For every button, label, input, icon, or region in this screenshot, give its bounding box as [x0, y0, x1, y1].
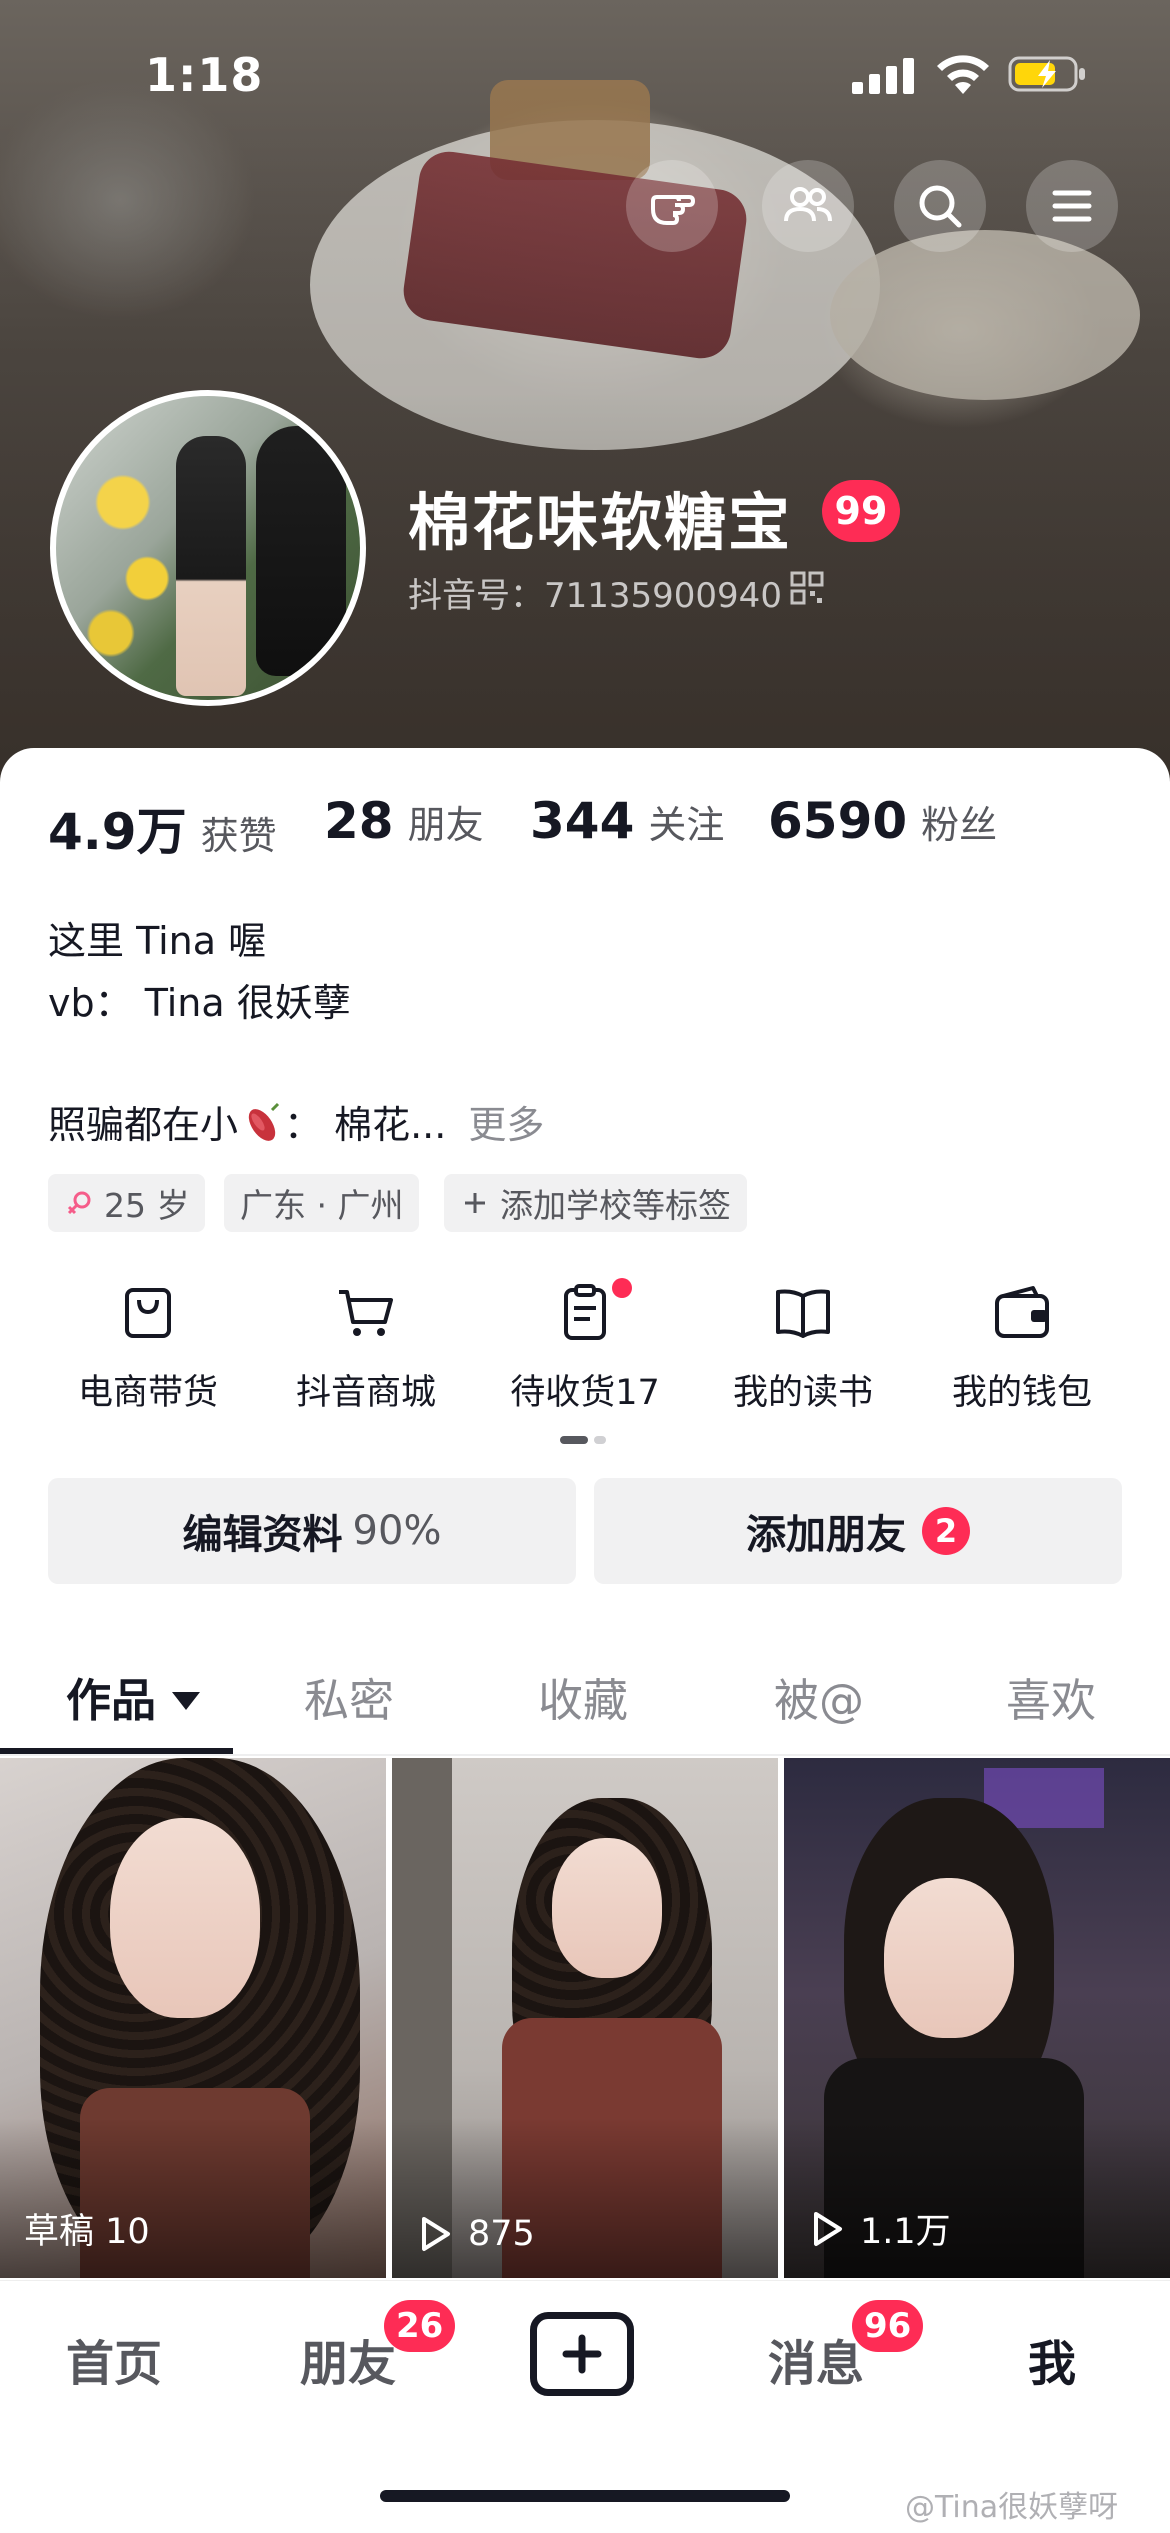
nav-me[interactable]: 我 — [1028, 2324, 1076, 2394]
hand-pointing-icon — [651, 195, 696, 225]
play-count: 875 — [416, 2214, 535, 2254]
sweet-potato-icon — [248, 1102, 280, 1141]
bio-more-link[interactable]: 更多 — [468, 1103, 544, 1147]
friends-badge: 26 — [384, 2300, 456, 2352]
avatar[interactable] — [50, 390, 366, 706]
home-indicator[interactable] — [380, 2490, 790, 2502]
female-icon — [67, 1191, 91, 1215]
service-to-receive[interactable]: 待收货17 — [475, 1282, 695, 1415]
tab-likes[interactable]: 喜欢 — [1006, 1664, 1096, 1729]
caret-down-icon — [172, 1692, 201, 1710]
tab-favorites[interactable]: 收藏 — [538, 1664, 628, 1729]
wallet-icon — [995, 1286, 1049, 1338]
plus-icon — [562, 2334, 602, 2374]
nav-messages[interactable]: 消息 — [768, 2324, 864, 2394]
bio-line: 这里 Tina 喔 — [48, 919, 267, 963]
edit-profile-button[interactable]: 编辑资料 90% — [48, 1478, 576, 1584]
service-reading[interactable]: 我的读书 — [693, 1282, 913, 1415]
bio-line: vb： Tina 很妖孽 — [48, 981, 351, 1025]
battery-icon — [1008, 56, 1085, 92]
nav-friends[interactable]: 朋友 — [300, 2324, 396, 2394]
video-thumbnail[interactable]: 1.1万 — [784, 1758, 1170, 2278]
qr-code-icon[interactable] — [790, 571, 824, 605]
service-mall[interactable]: 抖音商城 — [256, 1282, 476, 1415]
service-wallet[interactable]: 我的钱包 — [912, 1282, 1132, 1415]
video-thumbnail[interactable]: 草稿 10 — [0, 1758, 386, 2278]
pager-indicator — [594, 1436, 606, 1444]
clipboard-icon — [564, 1284, 606, 1340]
play-icon — [814, 2211, 842, 2246]
stat-likes[interactable]: 4.9万 获赞 — [48, 792, 277, 864]
people-icon — [784, 187, 832, 222]
messages-badge: 96 — [852, 2300, 924, 2352]
profile-nickname: 棉花味软糖宝 — [408, 486, 793, 559]
level-badge[interactable]: 99 — [822, 480, 900, 542]
cart-icon — [339, 1290, 393, 1336]
menu-icon — [1052, 190, 1092, 222]
bag-icon — [125, 1288, 171, 1338]
stat-following[interactable]: 344 关注 — [530, 792, 724, 850]
draft-caption: 草稿 10 — [24, 2212, 150, 2252]
visitors-button[interactable] — [626, 160, 718, 252]
search-icon — [919, 185, 962, 228]
search-button[interactable] — [894, 160, 986, 252]
location-tag: 广东 · 广州 — [224, 1174, 420, 1232]
service-ecommerce[interactable]: 电商带货 — [38, 1282, 258, 1415]
bio-line[interactable]: 照骗都在小 ： 棉花... 更多 — [48, 1094, 544, 1149]
stat-followers[interactable]: 6590 粉丝 — [768, 792, 997, 850]
status-bar: 1:18 — [0, 0, 1170, 150]
book-icon — [776, 1289, 830, 1338]
video-thumbnail[interactable]: 875 — [392, 1758, 778, 2278]
age-tag: 25 岁 — [48, 1174, 206, 1232]
stat-friends[interactable]: 28 朋友 — [324, 792, 484, 850]
pager-indicator-active — [560, 1436, 588, 1444]
play-count: 1.1万 — [808, 2203, 951, 2254]
plus-icon — [465, 1193, 485, 1213]
tab-works[interactable]: 作品 — [66, 1664, 201, 1729]
wifi-icon — [937, 55, 989, 94]
status-time: 1:18 — [145, 48, 264, 102]
douyin-id: 抖音号：71135900940 — [408, 576, 782, 616]
play-icon — [422, 2217, 450, 2251]
watermark: @Tina很妖孽呀 — [905, 2490, 1119, 2525]
signal-icon — [852, 58, 914, 94]
add-friend-button[interactable]: 添加朋友 2 — [594, 1478, 1122, 1584]
notification-dot — [612, 1278, 632, 1298]
nav-home[interactable]: 首页 — [66, 2324, 162, 2394]
create-button[interactable] — [530, 2312, 634, 2396]
menu-button[interactable] — [1026, 160, 1118, 252]
tab-mentions[interactable]: 被@ — [774, 1664, 864, 1729]
add-friend-badge: 2 — [922, 1507, 970, 1555]
friends-list-button[interactable] — [762, 160, 854, 252]
add-school-tag[interactable]: 添加学校等标签 — [444, 1174, 747, 1232]
tab-private[interactable]: 私密 — [304, 1664, 394, 1729]
